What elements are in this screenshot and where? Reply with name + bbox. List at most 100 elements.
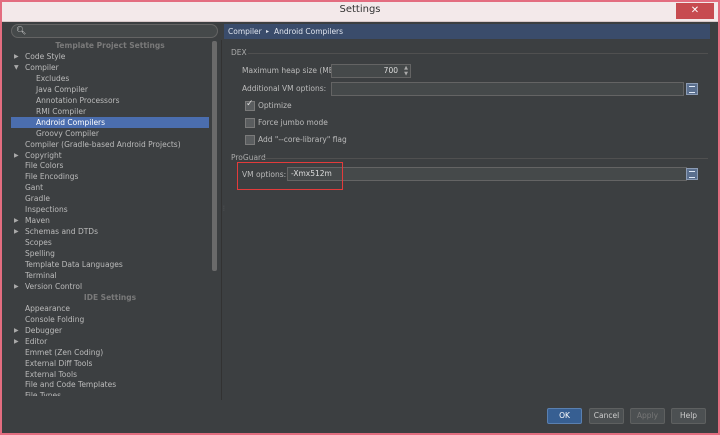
dex-section-title: DEX	[231, 48, 247, 57]
breadcrumb-separator-icon: ▸	[266, 28, 270, 35]
tree-item-label: File and Code Templates	[25, 380, 117, 390]
tree-item-emmet-zen-coding[interactable]: Emmet (Zen Coding)	[11, 347, 209, 358]
tree-item-label: Maven	[25, 216, 50, 226]
tree-item-label: Copyright	[25, 150, 62, 160]
tree-item-label: Terminal	[25, 270, 57, 280]
spinner-arrows-icon[interactable]: ▲ ▼	[404, 65, 408, 77]
tree-item-label: Groovy Compiler	[36, 128, 99, 138]
max-heap-label: Maximum heap size (MB):	[242, 66, 340, 75]
chevron-right-icon[interactable]: ▶	[14, 226, 19, 237]
tree-item-gant[interactable]: Gant	[11, 182, 209, 193]
tree-item-label: File Encodings	[25, 172, 79, 182]
tree-item-android-compilers[interactable]: Android Compilers	[11, 116, 209, 128]
vm-options-input[interactable]: -Xmx512m	[287, 167, 687, 181]
tree-item-external-tools[interactable]: External Tools	[11, 369, 209, 380]
additional-vm-input[interactable]	[331, 82, 684, 96]
help-button[interactable]: Help	[671, 408, 706, 424]
project-settings-header-label: Template Project Settings	[55, 41, 165, 50]
ok-button[interactable]: OK	[547, 408, 582, 424]
additional-vm-label: Additional VM options:	[242, 84, 327, 93]
tree-item-copyright[interactable]: ▶ Copyright	[11, 150, 209, 161]
chevron-right-icon[interactable]: ▶	[14, 336, 19, 347]
tree-scrollbar-thumb[interactable]	[212, 41, 217, 271]
tree-item-label: Gant	[25, 183, 44, 193]
max-heap-value[interactable]: 700	[384, 65, 398, 77]
tree-item-maven[interactable]: ▶ Maven	[11, 215, 209, 226]
cancel-button[interactable]: Cancel	[589, 408, 624, 424]
tree-item-rmi-compiler[interactable]: RMI Compiler	[11, 106, 209, 117]
tree-item-label: RMI Compiler	[36, 106, 87, 116]
tree-item-label: Scopes	[25, 238, 52, 248]
tree-item-java-compiler[interactable]: Java Compiler	[11, 84, 209, 95]
tree-item-schemas-and-dtds[interactable]: ▶ Schemas and DTDs	[11, 226, 209, 237]
tree-item-label: External Diff Tools	[25, 358, 93, 368]
tree-item-label: Excludes	[36, 73, 70, 83]
chevron-right-icon[interactable]: ▶	[14, 281, 19, 292]
tree-item-inspections[interactable]: Inspections	[11, 204, 209, 215]
settings-tree[interactable]: Template Project Settings ▶ Code Style ▼ Com…	[11, 40, 209, 396]
core-library-checkbox[interactable]	[245, 135, 255, 145]
tree-item-label: Editor	[25, 336, 48, 346]
force-jumbo-checkbox[interactable]	[245, 118, 255, 128]
tree-item-spelling[interactable]: Spelling	[11, 248, 209, 259]
tree-item-label: Annotation Processors	[36, 95, 120, 105]
core-library-label: Add "--core-library" flag	[258, 135, 347, 144]
tree-item-label: File Colors	[25, 161, 64, 171]
search-icon: 🔍︎	[16, 26, 27, 35]
tree-item-label: Inspections	[25, 205, 68, 215]
tree-item-label: Console Folding	[25, 314, 85, 324]
tree-item-appearance[interactable]: Appearance	[11, 303, 209, 314]
tree-item-editor[interactable]: ▶ Editor	[11, 336, 209, 347]
tree-item-file-types[interactable]: File Types	[11, 390, 209, 396]
title-bar: Settings ✕	[2, 2, 718, 22]
chevron-right-icon[interactable]: ▶	[14, 215, 19, 226]
expand-text-icon[interactable]	[686, 83, 698, 95]
chevron-down-icon[interactable]: ▼	[14, 62, 19, 73]
tree-item-file-encodings[interactable]: File Encodings	[11, 171, 209, 182]
force-jumbo-label: Force jumbo mode	[258, 118, 328, 127]
tree-item-version-control[interactable]: ▶ Version Control	[11, 281, 209, 292]
tree-item-compiler-gradle-based-android-projects[interactable]: Compiler (Gradle-based Android Projects)	[11, 139, 209, 150]
tree-item-label: Gradle	[25, 194, 50, 204]
tree-item-external-diff-tools[interactable]: External Diff Tools	[11, 358, 209, 369]
splitter-grip-icon[interactable]: ⋮	[221, 205, 227, 217]
tree-item-code-style[interactable]: ▶ Code Style	[11, 51, 209, 62]
tree-item-template-data-languages[interactable]: Template Data Languages	[11, 259, 209, 270]
tree-item-groovy-compiler[interactable]: Groovy Compiler	[11, 128, 209, 139]
tree-item-debugger[interactable]: ▶ Debugger	[11, 325, 209, 336]
panel-splitter[interactable]	[221, 40, 225, 400]
tree-item-label: Schemas and DTDs	[25, 227, 98, 237]
tree-item-label: Version Control	[25, 281, 83, 291]
tree-item-terminal[interactable]: Terminal	[11, 270, 209, 281]
max-heap-spinner[interactable]: 700 ▲ ▼	[331, 64, 411, 78]
breadcrumb-parent: Compiler	[228, 27, 262, 36]
tree-item-label: Emmet (Zen Coding)	[25, 347, 104, 357]
tree-item-scopes[interactable]: Scopes	[11, 237, 209, 248]
close-button[interactable]: ✕	[676, 3, 714, 19]
optimize-checkbox[interactable]	[245, 99, 255, 111]
annotation-highlight-box	[237, 162, 343, 190]
tree-item-file-colors[interactable]: File Colors	[11, 160, 209, 171]
tree-item-gradle[interactable]: Gradle	[11, 193, 209, 204]
tree-item-label: Compiler (Gradle-based Android Projects)	[25, 139, 181, 149]
tree-item-label: Debugger	[25, 325, 63, 335]
chevron-right-icon[interactable]: ▶	[14, 150, 19, 161]
chevron-right-icon[interactable]: ▶	[14, 325, 19, 336]
tree-item-annotation-processors[interactable]: Annotation Processors	[11, 95, 209, 106]
apply-button[interactable]: Apply	[630, 408, 665, 424]
dex-divider	[248, 53, 708, 54]
tree-item-excludes[interactable]: Excludes	[11, 73, 209, 84]
tree-item-console-folding[interactable]: Console Folding	[11, 314, 209, 325]
settings-search-input[interactable]: 🔍︎	[11, 24, 218, 38]
ide-settings-header-label: IDE Settings	[83, 292, 137, 302]
tree-item-label: Java Compiler	[36, 84, 88, 94]
expand-text-icon[interactable]	[686, 168, 698, 180]
tree-item-label: Android Compilers	[36, 117, 106, 127]
tree-item-file-and-code-templates[interactable]: File and Code Templates	[11, 379, 209, 390]
tree-item-compiler[interactable]: ▼ Compiler	[11, 62, 209, 73]
breadcrumb: Compiler ▸ Android Compilers	[224, 24, 710, 39]
chevron-right-icon[interactable]: ▶	[14, 51, 19, 62]
tree-item-label: Code Style	[25, 51, 66, 61]
tree-item-label: External Tools	[25, 369, 77, 379]
breadcrumb-current: Android Compilers	[274, 27, 344, 36]
